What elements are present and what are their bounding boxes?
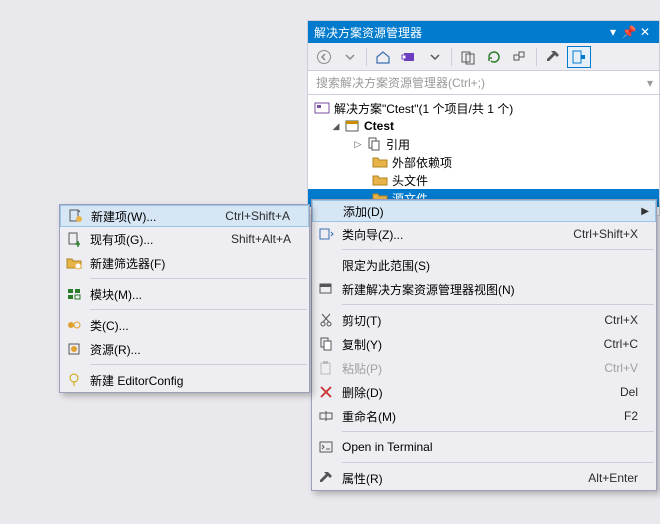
home-icon[interactable]: [371, 46, 395, 68]
menu-editorconfig[interactable]: 新建 EditorConfig: [60, 368, 309, 392]
menu-add[interactable]: 添加(D) ▶: [312, 200, 656, 222]
copy-icon: [312, 336, 340, 352]
menu-separator: [342, 462, 654, 463]
menu-separator: [342, 249, 654, 250]
toolbar-separator: [536, 48, 537, 66]
delete-icon: [312, 384, 340, 400]
menu-module[interactable]: 模块(M)...: [60, 282, 309, 306]
menu-separator: [342, 304, 654, 305]
refresh-icon[interactable]: [482, 46, 506, 68]
search-dropdown-icon[interactable]: ▾: [647, 76, 653, 90]
switch-views-icon[interactable]: [397, 46, 421, 68]
menu-delete[interactable]: 删除(D) Del: [312, 380, 656, 404]
solution-node[interactable]: 解决方案"Ctest"(1 个项目/共 1 个): [308, 99, 659, 117]
references-icon: [366, 136, 382, 152]
view-dropdown-icon[interactable]: [423, 46, 447, 68]
expander-closed-icon[interactable]: ▷: [352, 138, 364, 150]
menu-class[interactable]: 类(C)...: [60, 313, 309, 337]
menu-open-terminal[interactable]: Open in Terminal: [312, 435, 656, 459]
cut-icon: [312, 312, 340, 328]
class-icon: [60, 317, 88, 333]
new-item-icon: [61, 208, 89, 224]
pin-icon[interactable]: 📌: [621, 25, 637, 39]
search-box[interactable]: ▾: [308, 71, 659, 95]
paste-icon: [312, 360, 340, 376]
search-input[interactable]: [314, 75, 647, 91]
external-deps-node[interactable]: 外部依赖项: [308, 153, 659, 171]
context-menu: 添加(D) ▶ 类向导(Z)... Ctrl+Shift+X 限定为此范围(S)…: [311, 199, 657, 491]
solution-icon: [314, 100, 330, 116]
menu-new-item[interactable]: 新建项(W)... Ctrl+Shift+A: [60, 205, 309, 227]
existing-item-icon: [60, 231, 88, 247]
solution-tree: 解决方案"Ctest"(1 个项目/共 1 个) ◢ Ctest ▷ 引用 外部…: [308, 95, 659, 215]
references-label: 引用: [386, 136, 410, 153]
menu-copy[interactable]: 复制(Y) Ctrl+C: [312, 332, 656, 356]
panel-toolbar: [308, 43, 659, 71]
submenu-arrow-icon: ▶: [641, 206, 649, 217]
rename-icon: [312, 408, 340, 424]
solution-label: 解决方案"Ctest"(1 个项目/共 1 个): [334, 100, 513, 117]
wrench-icon: [312, 470, 340, 486]
menu-separator: [90, 278, 307, 279]
back-icon[interactable]: [312, 46, 336, 68]
properties-icon[interactable]: [541, 46, 565, 68]
solution-explorer-panel: 解决方案资源管理器 ▾ 📌 ✕ ▾ 解决方案"Ctest"(1 个项目/共 1 …: [307, 20, 660, 216]
menu-separator: [90, 309, 307, 310]
project-icon: [344, 118, 360, 134]
menu-cut[interactable]: 剪切(T) Ctrl+X: [312, 308, 656, 332]
project-label: Ctest: [364, 119, 394, 133]
menu-resource[interactable]: 资源(R)...: [60, 337, 309, 361]
external-deps-label: 外部依赖项: [392, 154, 452, 171]
folder-icon: [372, 172, 388, 188]
panel-titlebar: 解决方案资源管理器 ▾ 📌 ✕: [308, 21, 659, 43]
sync-icon[interactable]: [456, 46, 480, 68]
expander-open-icon[interactable]: ◢: [330, 120, 342, 132]
menu-separator: [90, 364, 307, 365]
add-submenu: 新建项(W)... Ctrl+Shift+A 现有项(G)... Shift+A…: [59, 204, 310, 393]
project-node[interactable]: ◢ Ctest: [308, 117, 659, 135]
resource-icon: [60, 341, 88, 357]
panel-menu-dropdown-icon[interactable]: ▾: [605, 25, 621, 39]
editorconfig-icon: [60, 372, 88, 388]
headers-label: 头文件: [392, 172, 428, 189]
class-wizard-icon: [312, 226, 340, 242]
forward-icon[interactable]: [338, 46, 362, 68]
menu-new-view[interactable]: 新建解决方案资源管理器视图(N): [312, 277, 656, 301]
menu-properties[interactable]: 属性(R) Alt+Enter: [312, 466, 656, 490]
menu-class-wizard[interactable]: 类向导(Z)... Ctrl+Shift+X: [312, 222, 656, 246]
headers-node[interactable]: 头文件: [308, 171, 659, 189]
panel-title-text: 解决方案资源管理器: [314, 24, 422, 41]
new-view-icon: [312, 281, 340, 297]
menu-existing-item[interactable]: 现有项(G)... Shift+Alt+A: [60, 227, 309, 251]
menu-rename[interactable]: 重命名(M) F2: [312, 404, 656, 428]
toolbar-separator: [451, 48, 452, 66]
references-node[interactable]: ▷ 引用: [308, 135, 659, 153]
preview-selected-icon[interactable]: [567, 46, 591, 68]
toolbar-separator: [366, 48, 367, 66]
menu-separator: [342, 431, 654, 432]
menu-scope[interactable]: 限定为此范围(S): [312, 253, 656, 277]
module-icon: [60, 286, 88, 302]
close-icon[interactable]: ✕: [637, 25, 653, 39]
terminal-icon: [312, 439, 340, 455]
menu-paste: 粘贴(P) Ctrl+V: [312, 356, 656, 380]
new-filter-icon: [60, 255, 88, 271]
folder-icon: [372, 154, 388, 170]
menu-new-filter[interactable]: 新建筛选器(F): [60, 251, 309, 275]
collapse-all-icon[interactable]: [508, 46, 532, 68]
